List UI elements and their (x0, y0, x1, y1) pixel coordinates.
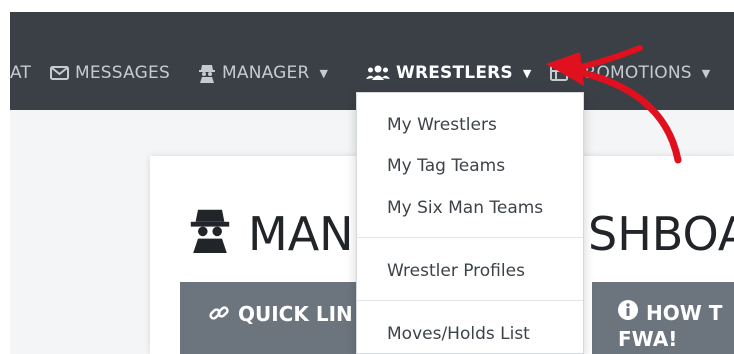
nav-item-messages[interactable]: MESSAGES (50, 60, 170, 86)
menu-item-wrestler-profiles[interactable]: Wrestler Profiles (387, 261, 525, 281)
info-icon (618, 300, 638, 326)
wrestlers-dropdown-menu: My Wrestlers My Tag Teams My Six Man Tea… (356, 92, 584, 354)
users-icon (366, 65, 390, 81)
caret-down-icon: ▼ (522, 66, 532, 80)
menu-divider (357, 237, 583, 238)
envelope-icon (50, 66, 69, 80)
menu-divider (357, 300, 583, 301)
how-to-label: HOW T (646, 301, 723, 325)
nav-item-manager[interactable]: MANAGER ▼ (198, 60, 328, 86)
menu-item-my-wrestlers[interactable]: My Wrestlers (387, 115, 497, 135)
nav-item-manager-label: MANAGER (222, 63, 310, 83)
page-title-text: MAN (248, 207, 354, 261)
how-to-button[interactable]: HOW T FWA! (592, 282, 734, 354)
link-icon (208, 302, 230, 329)
detective-icon (198, 63, 216, 83)
page-title-continued: SHBOA (588, 207, 734, 261)
nav-item-promotions[interactable]: PROMOTIONS ▼ (550, 60, 710, 86)
nav-item-wrestlers-label: WRESTLERS (396, 63, 513, 83)
caret-down-icon: ▼ (319, 66, 329, 80)
menu-item-my-tag-teams[interactable]: My Tag Teams (387, 156, 505, 176)
quick-links-label: QUICK LIN (238, 302, 353, 326)
nav-item-wrestlers[interactable]: WRESTLERS ▼ (366, 60, 532, 86)
quick-links-button[interactable]: QUICK LIN (180, 282, 370, 354)
page-title: MAN (186, 206, 354, 262)
menu-item-moves-holds-list[interactable]: Moves/Holds List (387, 324, 530, 344)
caret-down-icon: ▼ (701, 66, 711, 80)
how-to-label-line2: FWA! (618, 327, 678, 351)
menu-item-my-six-man-teams[interactable]: My Six Man Teams (387, 198, 543, 218)
grid-icon (550, 65, 568, 81)
nav-item-promotions-label: PROMOTIONS (574, 63, 692, 83)
detective-icon (186, 205, 234, 264)
nav-item-messages-label: MESSAGES (75, 63, 170, 83)
nav-item-chat-label: AT (10, 63, 32, 83)
nav-item-chat[interactable]: AT (10, 60, 31, 86)
